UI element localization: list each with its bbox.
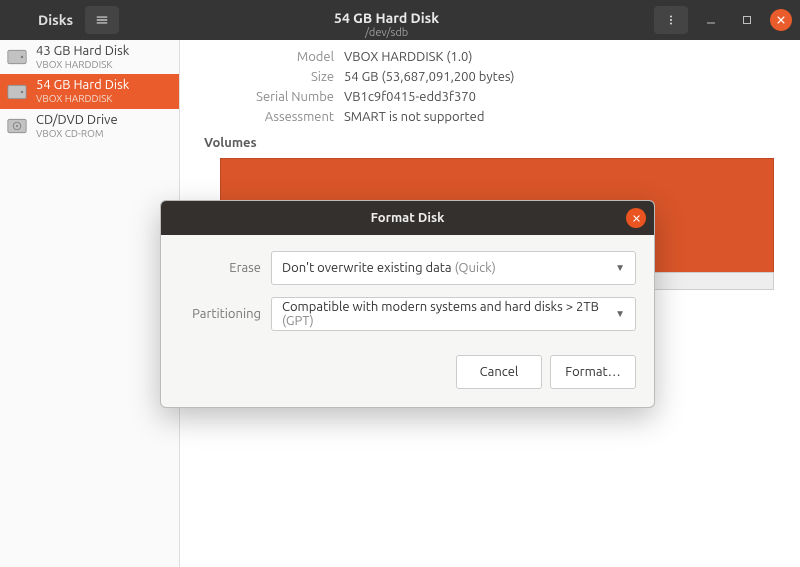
close-icon: [632, 214, 641, 223]
erase-select[interactable]: Don't overwrite existing data (Quick) ▼: [271, 251, 636, 285]
format-button[interactable]: Format…: [550, 355, 636, 389]
dialog-close-button[interactable]: [626, 208, 646, 228]
erase-select-value-sub: (Quick): [455, 261, 496, 275]
partitioning-select-value: Compatible with modern systems and hard …: [282, 300, 615, 328]
chevron-down-icon: ▼: [615, 262, 625, 274]
partitioning-label: Partitioning: [179, 307, 261, 321]
dialog-title: Format Disk: [371, 211, 445, 225]
partitioning-select-value-sub: (GPT): [282, 314, 314, 328]
partitioning-select[interactable]: Compatible with modern systems and hard …: [271, 297, 636, 331]
format-disk-dialog: Format Disk Erase Don't overwrite existi…: [160, 200, 655, 408]
partitioning-select-value-main: Compatible with modern systems and hard …: [282, 300, 599, 314]
erase-select-value-main: Don't overwrite existing data: [282, 261, 452, 275]
dialog-titlebar: Format Disk: [161, 201, 654, 235]
modal-overlay: Format Disk Erase Don't overwrite existi…: [0, 0, 800, 567]
chevron-down-icon: ▼: [615, 308, 625, 320]
cancel-button[interactable]: Cancel: [456, 355, 542, 389]
erase-label: Erase: [179, 261, 261, 275]
erase-select-value: Don't overwrite existing data (Quick): [282, 261, 496, 275]
